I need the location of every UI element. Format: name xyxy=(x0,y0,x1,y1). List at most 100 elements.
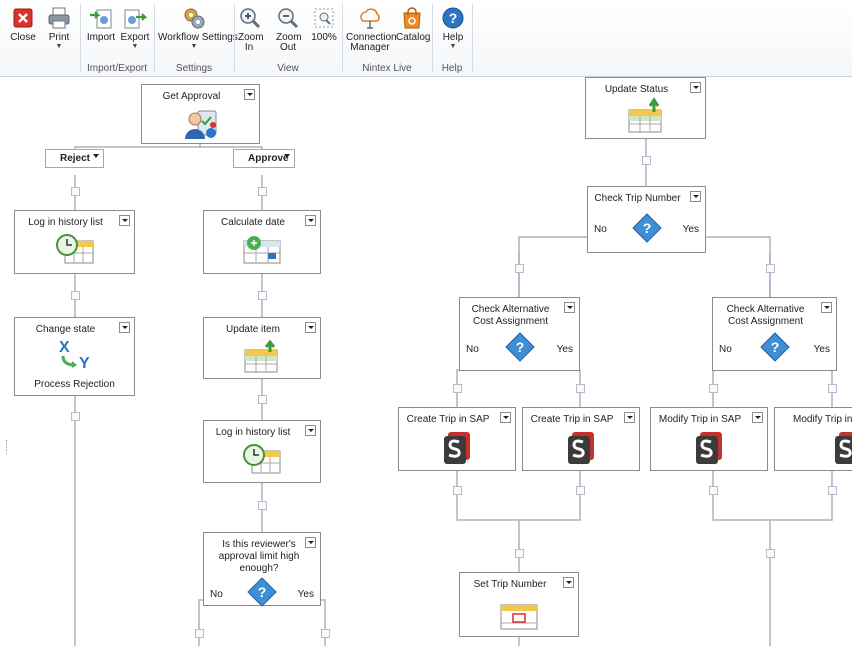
group-separator xyxy=(342,4,343,72)
action-set-trip-number[interactable]: Set Trip Number xyxy=(459,572,579,637)
calendar-calculate-icon xyxy=(242,235,282,268)
action-calculate-date[interactable]: Calculate date xyxy=(203,210,321,274)
close-icon xyxy=(11,6,35,30)
connector-dot[interactable] xyxy=(258,291,267,300)
connector-dot[interactable] xyxy=(453,384,462,393)
connector-dot[interactable] xyxy=(576,384,585,393)
close-button[interactable]: Close xyxy=(10,6,36,43)
group-separator xyxy=(472,4,473,72)
connector-dot[interactable] xyxy=(515,264,524,273)
import-icon xyxy=(89,6,113,30)
svg-text:?: ? xyxy=(642,220,651,236)
connector-dot[interactable] xyxy=(709,486,718,495)
connector-dot[interactable] xyxy=(453,486,462,495)
connector-dot[interactable] xyxy=(258,501,267,510)
action-menu-button[interactable] xyxy=(305,215,316,226)
chevron-down-icon: ▼ xyxy=(55,43,63,50)
action-modify-trip-sap-2[interactable]: Modify Trip in SAP xyxy=(774,407,852,471)
question-diamond-icon: ? xyxy=(504,332,535,365)
printer-icon xyxy=(47,6,71,30)
connector-dot[interactable] xyxy=(828,384,837,393)
action-update-status[interactable]: Update Status xyxy=(585,77,706,139)
connector-dot[interactable] xyxy=(321,629,330,638)
group-separator xyxy=(234,4,235,72)
zoom-100-button[interactable]: 100% xyxy=(310,6,338,43)
ribbon-toolbar: Close Print ▼ Import Export ▼ Workflow S… xyxy=(0,0,852,77)
action-menu-button[interactable] xyxy=(563,577,574,588)
condition-reviewer-limit[interactable]: Is this reviewer's approval limit high e… xyxy=(203,532,321,607)
group-label-view: View xyxy=(277,63,299,74)
connector-dot[interactable] xyxy=(576,486,585,495)
action-update-item[interactable]: Update item xyxy=(203,317,321,379)
group-label-settings: Settings xyxy=(175,63,213,74)
history-list-icon xyxy=(242,443,282,478)
action-change-state[interactable]: Change state XY Process Rejection xyxy=(14,317,135,396)
condition-check-trip-number[interactable]: Check Trip Number ? No Yes xyxy=(587,186,706,253)
action-log-history-2[interactable]: Log in history list xyxy=(203,420,321,483)
action-menu-button[interactable] xyxy=(305,322,316,333)
action-menu-button[interactable] xyxy=(305,425,316,436)
svg-text:?: ? xyxy=(515,339,524,355)
action-menu-button[interactable] xyxy=(119,322,130,333)
zoom-in-icon xyxy=(238,6,262,30)
chevron-down-icon xyxy=(93,154,99,158)
workflow-canvas[interactable]: Get Approval Reject Approve Log in histo… xyxy=(0,77,852,646)
connector-dot[interactable] xyxy=(766,264,775,273)
condition-check-alt-cost-1[interactable]: Check Alternative Cost Assignment ? No Y… xyxy=(459,297,580,371)
branch-label-approve[interactable]: Approve xyxy=(233,149,295,168)
branch-label-reject[interactable]: Reject xyxy=(45,149,104,168)
action-create-trip-sap-2[interactable]: Create Trip in SAP xyxy=(522,407,640,471)
action-menu-button[interactable] xyxy=(690,82,701,93)
connector-dot[interactable] xyxy=(71,412,80,421)
connector-dot[interactable] xyxy=(258,395,267,404)
set-field-icon xyxy=(499,603,539,634)
connector-dot[interactable] xyxy=(766,549,775,558)
help-icon: ? xyxy=(441,6,465,30)
connector-dot[interactable] xyxy=(71,187,80,196)
connector-dot[interactable] xyxy=(195,629,204,638)
chevron-down-icon xyxy=(284,154,290,158)
svg-text:Y: Y xyxy=(79,355,90,370)
action-get-approval[interactable]: Get Approval xyxy=(141,84,260,144)
connector-dot[interactable] xyxy=(258,187,267,196)
connector-dot[interactable] xyxy=(709,384,718,393)
connection-manager-button[interactable]: Connection Manager xyxy=(346,6,397,53)
connector-dot[interactable] xyxy=(642,156,651,165)
workflow-settings-button[interactable]: Workflow Settings ▼ xyxy=(158,6,238,51)
question-diamond-icon: ? xyxy=(759,332,790,365)
connector-dot[interactable] xyxy=(515,549,524,558)
zoom-in-button[interactable]: Zoom In xyxy=(238,6,264,53)
question-diamond-icon: ? xyxy=(631,213,662,246)
action-create-trip-sap-1[interactable]: Create Trip in SAP xyxy=(398,407,516,471)
action-modify-trip-sap-1[interactable]: Modify Trip in SAP xyxy=(650,407,768,471)
resize-grip[interactable] xyxy=(6,440,9,454)
group-separator xyxy=(154,4,155,72)
cloud-plug-icon xyxy=(358,6,382,30)
print-button[interactable]: Print ▼ xyxy=(44,6,74,51)
zoom-out-icon xyxy=(276,6,300,30)
approval-user-icon xyxy=(184,107,218,144)
action-menu-button[interactable] xyxy=(564,302,575,313)
connector-dot[interactable] xyxy=(828,486,837,495)
action-log-history-1[interactable]: Log in history list xyxy=(14,210,135,274)
help-button[interactable]: ? Help ▼ xyxy=(440,6,466,51)
action-menu-button[interactable] xyxy=(244,89,255,100)
svg-text:X: X xyxy=(59,339,70,356)
action-menu-button[interactable] xyxy=(690,191,701,202)
group-label-import-export: Import/Export xyxy=(86,63,148,74)
action-menu-button[interactable] xyxy=(305,537,316,548)
action-menu-button[interactable] xyxy=(624,412,635,423)
zoom-out-button[interactable]: Zoom Out xyxy=(276,6,302,53)
connector-dot[interactable] xyxy=(71,291,80,300)
action-menu-button[interactable] xyxy=(500,412,511,423)
import-button[interactable]: Import xyxy=(86,6,116,43)
action-menu-button[interactable] xyxy=(119,215,130,226)
action-menu-button[interactable] xyxy=(821,302,832,313)
condition-check-alt-cost-2[interactable]: Check Alternative Cost Assignment ? No Y… xyxy=(712,297,837,371)
export-button[interactable]: Export ▼ xyxy=(120,6,150,51)
update-list-icon xyxy=(242,338,282,377)
action-menu-button[interactable] xyxy=(752,412,763,423)
svg-text:?: ? xyxy=(258,584,267,600)
catalog-button[interactable]: Catalog xyxy=(396,6,430,43)
svg-text:?: ? xyxy=(770,339,779,355)
